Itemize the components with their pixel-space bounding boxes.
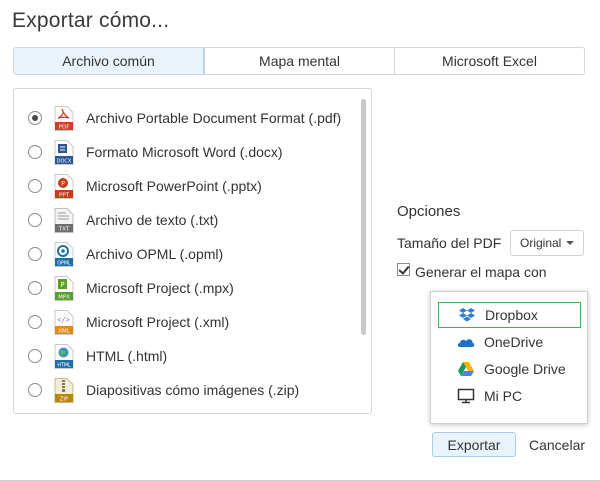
format-item-zip[interactable]: ZIP Diapositivas cómo imágenes (.zip) [14, 373, 359, 407]
save-target-label: OneDrive [484, 334, 544, 350]
radio-pptx[interactable] [28, 179, 42, 193]
format-item-pptx[interactable]: P PPT Microsoft PowerPoint (.pptx) [14, 169, 359, 203]
docx-file-icon: DOCX [54, 139, 74, 165]
format-item-txt[interactable]: TXT Archivo de texto (.txt) [14, 203, 359, 237]
html-badge-text: HTML [57, 362, 71, 368]
svg-text:P: P [60, 281, 64, 289]
google-drive-icon [458, 362, 474, 376]
pdf-file-icon: PDF [54, 105, 74, 131]
format-label-docx: Formato Microsoft Word (.docx) [86, 144, 283, 160]
format-label-pptx: Microsoft PowerPoint (.pptx) [86, 178, 262, 194]
pdf-size-label: Tamaño del PDF [397, 235, 502, 251]
mpx-file-icon: P MPX [54, 275, 74, 301]
format-item-pdf[interactable]: PDF Archivo Portable Document Format (.p… [14, 101, 359, 135]
docx-badge-text: DOCX [57, 158, 72, 164]
caret-down-icon [566, 241, 574, 245]
mpx-badge-text: MPX [58, 294, 70, 300]
radio-mpx[interactable] [28, 281, 42, 295]
svg-text:</>: </> [57, 316, 70, 324]
onedrive-icon [457, 339, 475, 347]
txt-badge-text: TXT [58, 226, 70, 232]
svg-text:P: P [61, 180, 65, 187]
radio-zip[interactable] [28, 383, 42, 397]
cancel-button[interactable]: Cancelar [529, 437, 585, 453]
save-target-onedrive[interactable]: OneDrive [438, 329, 581, 355]
save-target-mi-pc[interactable]: Mi PC [438, 383, 581, 409]
radio-html[interactable] [28, 349, 42, 363]
dialog-title: Exportar cómo... [12, 9, 170, 32]
format-label-txt: Archivo de texto (.txt) [86, 212, 219, 228]
format-list: PDF Archivo Portable Document Format (.p… [13, 88, 372, 414]
format-label-xml: Microsoft Project (.xml) [86, 314, 230, 330]
xml-badge-text: XML [58, 328, 71, 334]
format-label-opml: Archivo OPML (.opml) [86, 246, 224, 262]
format-item-opml[interactable]: OPML Archivo OPML (.opml) [14, 237, 359, 271]
format-label-zip: Diapositivas cómo imágenes (.zip) [86, 382, 300, 398]
options-title: Opciones [397, 203, 461, 220]
save-target-label: Mi PC [484, 388, 523, 404]
radio-txt[interactable] [28, 213, 42, 227]
export-button[interactable]: Exportar [432, 432, 516, 457]
pdf-size-select[interactable]: Original [510, 230, 584, 256]
format-item-xml[interactable]: </> XML Microsoft Project (.xml) [14, 305, 359, 339]
pptx-file-icon: P PPT [54, 173, 74, 199]
zip-file-icon: ZIP [54, 377, 74, 403]
save-target-dropdown: Dropbox OneDrive Google Drive Mi PC [430, 291, 588, 424]
generate-map-checkbox[interactable] [397, 263, 410, 276]
format-label-mpx: Microsoft Project (.mpx) [86, 280, 234, 296]
format-label-pdf: Archivo Portable Document Format (.pdf) [86, 110, 342, 126]
save-target-label: Dropbox [485, 307, 538, 323]
format-label-html: HTML (.html) [86, 348, 168, 364]
save-target-dropbox[interactable]: Dropbox [438, 302, 581, 328]
radio-xml[interactable] [28, 315, 42, 329]
pdf-badge-text: PDF [59, 124, 70, 130]
export-dialog: Exportar cómo... Archivo común Mapa ment… [0, 0, 600, 481]
format-item-docx[interactable]: DOCX Formato Microsoft Word (.docx) [14, 135, 359, 169]
list-scrollbar[interactable] [361, 99, 366, 335]
txt-file-icon: TXT [54, 207, 74, 233]
save-target-label: Google Drive [484, 361, 566, 377]
pdf-size-value: Original [520, 236, 562, 250]
opml-badge-text: OPML [57, 260, 71, 266]
radio-docx[interactable] [28, 145, 42, 159]
tab-bar: Archivo común Mapa mental Microsoft Exce… [13, 47, 585, 75]
html-file-icon: HTML [54, 343, 74, 369]
generate-map-label: Generar el mapa con [415, 264, 547, 280]
tab-archivo-comun[interactable]: Archivo común [14, 48, 204, 74]
save-target-google-drive[interactable]: Google Drive [438, 356, 581, 382]
radio-pdf[interactable] [28, 111, 42, 125]
format-item-mpx[interactable]: P MPX Microsoft Project (.mpx) [14, 271, 359, 305]
opml-file-icon: OPML [54, 241, 74, 267]
tab-microsoft-excel[interactable]: Microsoft Excel [394, 48, 584, 74]
dropbox-icon [459, 308, 475, 322]
tab-mapa-mental[interactable]: Mapa mental [204, 48, 394, 74]
monitor-icon [457, 388, 475, 404]
xml-file-icon: </> XML [54, 309, 74, 335]
format-item-html[interactable]: HTML HTML (.html) [14, 339, 359, 373]
pptx-badge-text: PPT [59, 192, 70, 198]
zip-badge-text: ZIP [60, 396, 69, 402]
radio-opml[interactable] [28, 247, 42, 261]
